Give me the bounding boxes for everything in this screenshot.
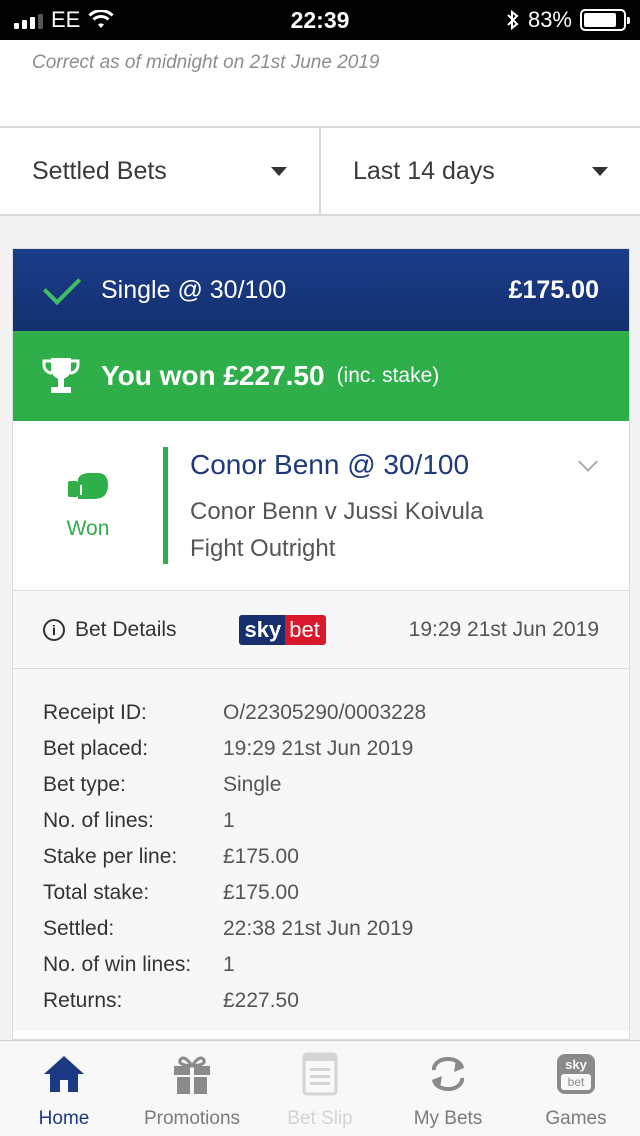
bet-card: Single @ 30/100 £175.00 You won £227.50 … — [12, 248, 630, 1040]
tab-label: My Bets — [413, 1108, 483, 1129]
svg-text:bet: bet — [568, 1075, 585, 1089]
svg-text:sky: sky — [565, 1057, 587, 1072]
skybet-games-icon: sky bet — [557, 1054, 595, 1094]
cell-signal-icon — [14, 11, 43, 29]
receipt-details: Receipt ID: O/22305290/0003228 Bet placed… — [13, 669, 629, 1031]
battery-icon — [580, 9, 630, 31]
refresh-icon — [431, 1056, 465, 1092]
caret-down-icon — [592, 166, 608, 176]
receipt-row: Returns: £227.50 — [43, 989, 299, 1012]
boxing-glove-icon — [68, 472, 108, 499]
period-value: Last 14 days — [353, 156, 495, 185]
bet-details-toggle[interactable]: i Bet Details sky bet 19:29 21st Jun 2019 — [13, 591, 629, 669]
receipt-row: Total stake: £175.00 — [43, 881, 299, 904]
tab-label: Bet Slip — [287, 1108, 353, 1129]
filter-bar: Settled Bets Last 14 days — [0, 128, 640, 216]
skybet-logo: sky bet — [238, 614, 326, 645]
tab-label: Games — [545, 1108, 607, 1129]
market-name: Fight Outright — [190, 535, 336, 562]
tab-bet-slip[interactable]: Bet Slip — [256, 1041, 384, 1136]
bet-card-header: Single @ 30/100 £175.00 — [13, 249, 629, 331]
correct-as-of-note: Correct as of midnight on 21st June 2019 — [0, 40, 640, 128]
receipt-row: No. of lines: 1 — [43, 809, 235, 832]
tab-my-bets[interactable]: My Bets — [384, 1041, 512, 1136]
won-banner: You won £227.50 (inc. stake) — [13, 331, 629, 421]
battery-percent: 83% — [527, 7, 572, 32]
gift-icon — [174, 1056, 210, 1094]
carrier-label: EE — [51, 7, 81, 32]
tab-home[interactable]: Home — [0, 1041, 128, 1136]
won-stake-note: (inc. stake) — [336, 364, 440, 387]
tab-label: Promotions — [143, 1108, 241, 1129]
result-label: Won — [66, 516, 110, 540]
tab-label: Home — [38, 1108, 90, 1129]
receipt-row: Settled: 22:38 21st Jun 2019 — [43, 917, 414, 940]
selection-result: Won — [13, 421, 163, 590]
wifi-icon — [88, 10, 114, 28]
check-icon — [42, 266, 82, 306]
info-icon: i — [43, 618, 65, 641]
tab-games[interactable]: sky bet Games — [512, 1041, 640, 1136]
selection-row[interactable]: Won Conor Benn @ 30/100 Conor Benn v Jus… — [13, 421, 629, 591]
trophy-icon — [42, 358, 80, 393]
event-name: Conor Benn v Jussi Koivula — [190, 498, 484, 525]
home-icon — [44, 1056, 84, 1092]
bet-title: Single @ 30/100 — [101, 275, 287, 304]
receipt-row: Receipt ID: O/22305290/0003228 — [43, 701, 427, 724]
betslip-icon — [302, 1052, 338, 1096]
period-dropdown[interactable]: Last 14 days — [319, 128, 640, 214]
bet-stake: £175.00 — [508, 275, 599, 304]
receipt-row: No. of win lines: 1 — [43, 953, 235, 976]
selection-details: Conor Benn @ 30/100 Conor Benn v Jussi K… — [168, 421, 629, 590]
status-bar: EE 22:39 83% — [0, 0, 640, 40]
bet-status-dropdown[interactable]: Settled Bets — [0, 128, 319, 214]
bet-details-label: Bet Details — [75, 617, 177, 641]
bet-status-value: Settled Bets — [32, 156, 167, 185]
bottom-tab-bar: Home Promotions Bet Slip My Bets sky bet… — [0, 1040, 640, 1136]
selection-name: Conor Benn @ 30/100 — [190, 449, 470, 480]
receipt-row: Bet type: Single — [43, 773, 282, 796]
tab-promotions[interactable]: Promotions — [128, 1041, 256, 1136]
won-amount-text: You won £227.50 — [101, 360, 325, 391]
bet-date: 19:29 21st Jun 2019 — [408, 617, 599, 641]
caret-down-icon — [271, 166, 287, 176]
receipt-row: Stake per line: £175.00 — [43, 845, 299, 868]
bluetooth-icon — [507, 9, 519, 31]
receipt-row: Bet placed: 19:29 21st Jun 2019 — [43, 737, 414, 760]
